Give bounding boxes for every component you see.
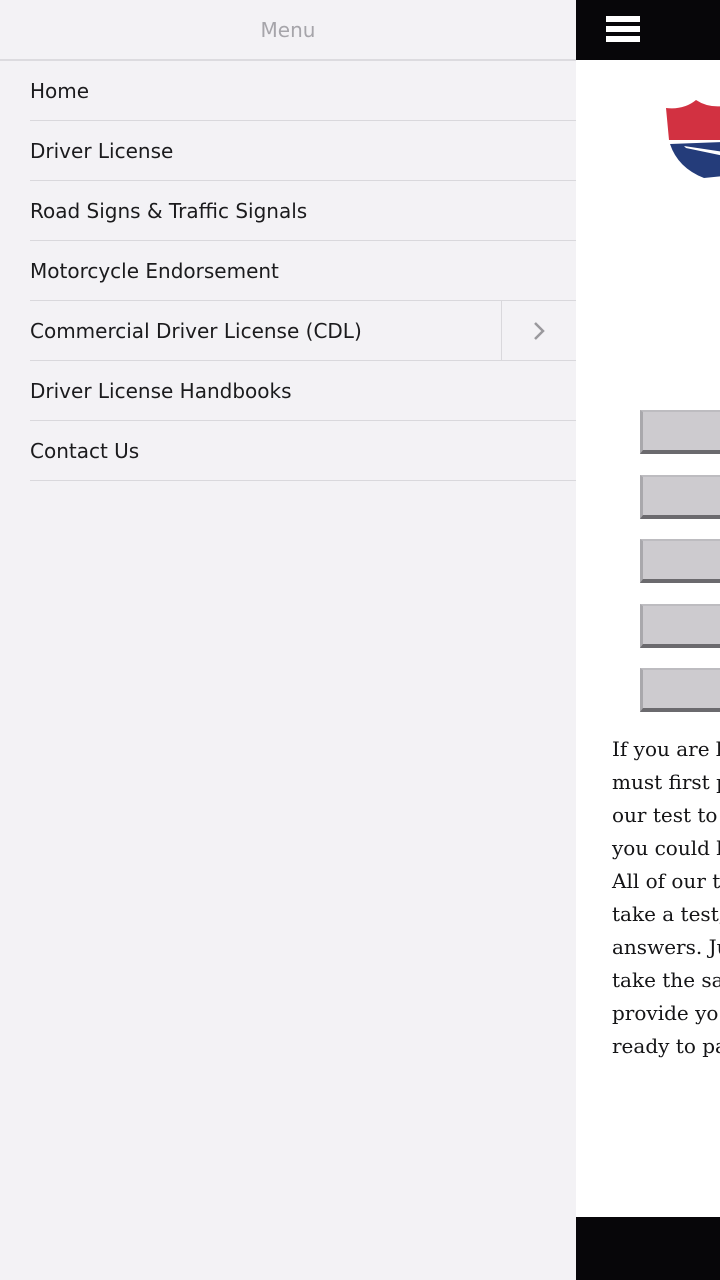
paragraph-line: All of our t — [612, 869, 720, 893]
content-button-4[interactable] — [640, 604, 720, 648]
menu-item-label: Driver License Handbooks — [30, 378, 292, 403]
content-button-5[interactable] — [640, 668, 720, 712]
menu-item-label: Commercial Driver License (CDL) — [30, 318, 362, 343]
submenu-expand-button[interactable] — [501, 301, 576, 360]
menu-item-road-signs[interactable]: Road Signs & Traffic Signals — [30, 181, 576, 241]
content-button-3[interactable] — [640, 539, 720, 583]
menu-item-motorcycle[interactable]: Motorcycle Endorsement — [30, 241, 576, 301]
menu-item-label: Road Signs & Traffic Signals — [30, 198, 308, 223]
content-button-2[interactable] — [640, 475, 720, 519]
menu-item-label: Motorcycle Endorsement — [30, 258, 279, 283]
shield-logo-icon — [666, 100, 720, 178]
paragraph-line: must first p — [612, 770, 720, 794]
menu-item-label: Home — [30, 78, 90, 103]
intro-paragraph: If you are l must first p our test to yo… — [612, 733, 720, 1063]
menu-item-label: Contact Us — [30, 438, 140, 463]
chevron-right-icon — [534, 321, 545, 340]
bottom-bar — [576, 1217, 720, 1280]
paragraph-line: provide yo — [612, 1001, 719, 1025]
drawer-title: Menu — [260, 17, 316, 42]
navigation-drawer: Menu Home Driver License Road Signs & Tr… — [0, 0, 576, 1280]
menu-item-home[interactable]: Home — [30, 61, 576, 121]
paragraph-line: If you are l — [612, 737, 720, 761]
menu-item-handbooks[interactable]: Driver License Handbooks — [30, 361, 576, 421]
menu-item-label: Driver License — [30, 138, 174, 163]
paragraph-line: take the sa — [612, 968, 720, 992]
menu-item-cdl[interactable]: Commercial Driver License (CDL) — [30, 301, 576, 361]
menu-item-contact[interactable]: Contact Us — [30, 421, 576, 481]
paragraph-line: you could l — [612, 836, 720, 860]
hamburger-icon[interactable] — [606, 16, 640, 44]
paragraph-line: ready to pa — [612, 1034, 720, 1058]
main-content: If you are l must first p our test to yo… — [576, 0, 720, 1280]
content-button-1[interactable] — [640, 410, 720, 454]
paragraph-line: take a test, — [612, 902, 720, 926]
top-bar — [576, 0, 720, 60]
drawer-header: Menu — [0, 0, 576, 61]
paragraph-line: our test to — [612, 803, 718, 827]
paragraph-line: answers. Ju — [612, 935, 720, 959]
menu-item-driver-license[interactable]: Driver License — [30, 121, 576, 181]
